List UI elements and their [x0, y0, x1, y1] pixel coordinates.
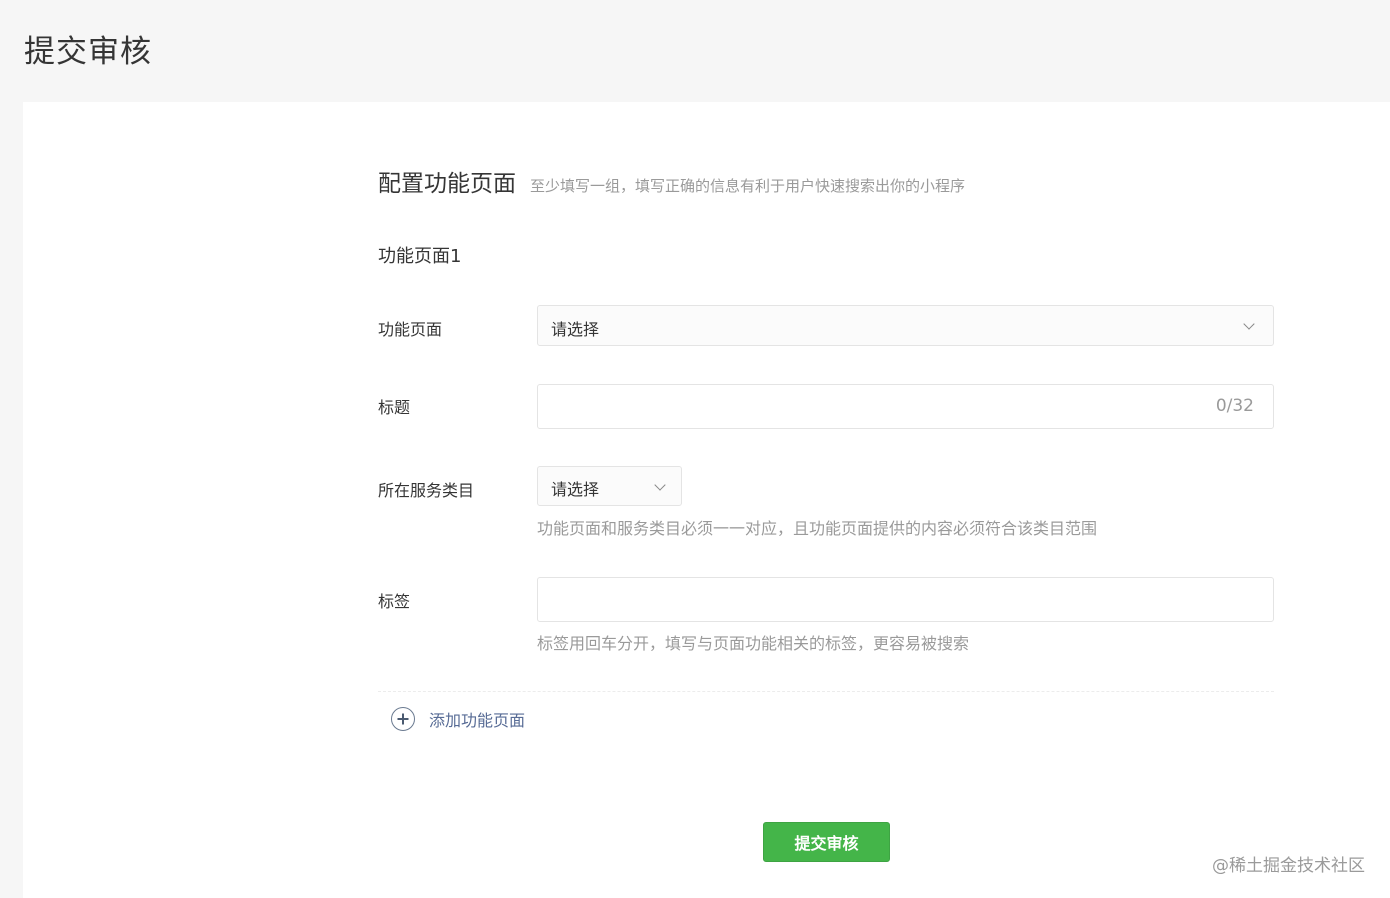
chevron-down-icon — [1243, 318, 1255, 330]
function-page-select[interactable]: 请选择 — [537, 305, 1274, 346]
group-title: 功能页面1 — [378, 246, 462, 267]
tags-label: 标签 — [378, 592, 411, 611]
main-panel: 配置功能页面 至少填写一组，填写正确的信息有利于用户快速搜索出你的小程序 功能页… — [23, 102, 1390, 898]
page-title: 提交审核 — [24, 34, 152, 70]
watermark: @稀土掘金技术社区 — [1212, 856, 1365, 876]
section-description: 至少填写一组，填写正确的信息有利于用户快速搜索出你的小程序 — [530, 177, 966, 195]
add-function-page-label: 添加功能页面 — [429, 711, 526, 730]
category-select[interactable]: 请选择 — [537, 466, 682, 506]
category-select-value: 请选择 — [551, 480, 600, 499]
chevron-down-icon — [654, 479, 666, 491]
function-page-label: 功能页面 — [378, 320, 443, 339]
category-label: 所在服务类目 — [378, 481, 475, 500]
submit-review-button[interactable]: 提交审核 — [763, 822, 890, 862]
title-label: 标题 — [378, 398, 411, 417]
function-page-select-value: 请选择 — [551, 320, 600, 339]
plus-circle-icon — [391, 707, 415, 731]
section-title: 配置功能页面 — [378, 171, 516, 197]
add-function-page-button[interactable]: 添加功能页面 — [391, 707, 525, 731]
tags-input[interactable] — [537, 577, 1274, 622]
section-divider — [378, 691, 1274, 692]
section-header: 配置功能页面 至少填写一组，填写正确的信息有利于用户快速搜索出你的小程序 — [378, 164, 965, 198]
tags-hint: 标签用回车分开，填写与页面功能相关的标签，更容易被搜索 — [537, 634, 970, 653]
title-input[interactable]: 0/32 — [537, 384, 1274, 429]
category-hint: 功能页面和服务类目必须一一对应，且功能页面提供的内容必须符合该类目范围 — [537, 519, 1098, 538]
title-char-counter: 0/32 — [1215, 396, 1254, 416]
